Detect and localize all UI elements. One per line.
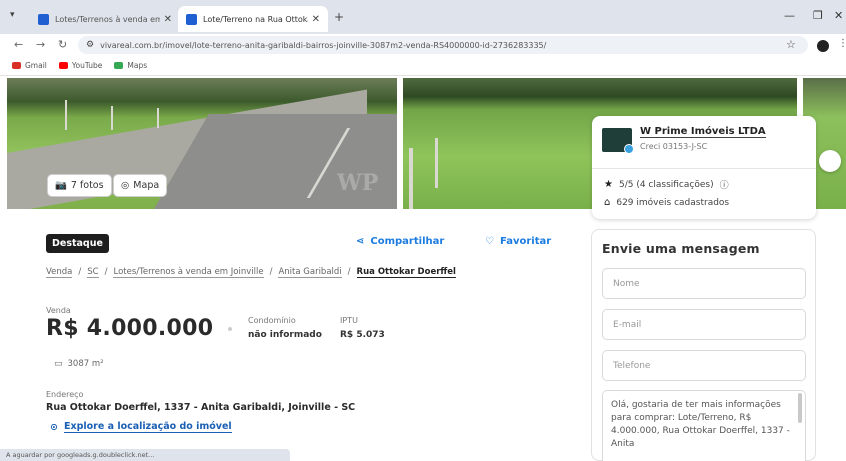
profile-avatar[interactable] bbox=[817, 40, 829, 52]
separator-dot bbox=[228, 327, 232, 331]
gmail-icon bbox=[12, 62, 21, 69]
bookmark-label: Maps bbox=[127, 61, 148, 70]
photo-post bbox=[111, 106, 113, 130]
breadcrumb-item[interactable]: Lotes/Terrenos à venda em Joinville bbox=[113, 267, 264, 278]
close-icon[interactable]: ✕ bbox=[312, 14, 320, 25]
iptu-label: IPTU bbox=[340, 316, 358, 325]
ruler-icon: ▭ bbox=[54, 359, 63, 369]
breadcrumb-item[interactable]: Venda bbox=[46, 267, 73, 278]
browser-tab-bar: ▾ Lotes/Terrenos à venda em Joinville ✕ … bbox=[0, 0, 846, 34]
location-pin-icon: ⊙ bbox=[50, 421, 58, 433]
listings-count: 629 imóveis cadastrados bbox=[616, 197, 730, 208]
advertiser-rating: ★ 5/5 (4 classificações) ⓘ bbox=[604, 178, 729, 191]
address-label: Endereço bbox=[46, 390, 84, 399]
breadcrumb-separator: / bbox=[78, 267, 82, 277]
youtube-icon bbox=[58, 62, 68, 69]
tab-property[interactable]: Lote/Terreno na Rua Ottokar D... ✕ bbox=[178, 6, 328, 32]
contact-title: Envie uma mensagem bbox=[602, 241, 760, 256]
rating-text: 5/5 (4 classificações) bbox=[618, 179, 714, 190]
tab-title: Lotes/Terrenos à venda em Joinville bbox=[55, 14, 160, 24]
favorite-label: Favoritar bbox=[499, 236, 552, 247]
verified-check-icon bbox=[624, 144, 634, 154]
iptu-value: R$ 5.073 bbox=[340, 330, 385, 340]
photo-watermark: WP bbox=[337, 170, 379, 196]
photo-post bbox=[435, 138, 438, 188]
message-field[interactable]: Olá, gostaria de ter mais informações pa… bbox=[602, 390, 806, 461]
forward-arrow-icon[interactable]: → bbox=[36, 38, 45, 51]
map-label: Mapa bbox=[133, 180, 160, 191]
reload-icon[interactable]: ↻ bbox=[58, 38, 67, 51]
bookmark-label: Gmail bbox=[25, 61, 47, 70]
bookmark-gmail[interactable]: Gmail bbox=[12, 61, 47, 70]
photos-label: 7 fotos bbox=[70, 180, 104, 191]
vivareal-favicon-icon bbox=[38, 13, 49, 25]
maximize-icon[interactable]: ❐ bbox=[813, 9, 823, 22]
breadcrumb-separator: / bbox=[104, 267, 108, 277]
advertiser-creci: Creci 03153-J-SC bbox=[640, 142, 708, 151]
bookmark-youtube[interactable]: YouTube bbox=[58, 61, 103, 70]
contact-form: Envie uma mensagem Olá, gostaria de ter … bbox=[591, 229, 816, 461]
phone-field[interactable] bbox=[602, 350, 806, 381]
camera-icon: 📷 bbox=[55, 180, 67, 191]
breadcrumb-item[interactable]: Anita Garibaldi bbox=[278, 267, 342, 278]
name-field[interactable] bbox=[602, 268, 806, 299]
share-button[interactable]: ⋖ Compartilhar bbox=[356, 236, 444, 247]
price: R$ 4.000.000 bbox=[46, 316, 214, 341]
new-tab-plus-icon[interactable]: + bbox=[334, 10, 344, 24]
bookmark-star-icon[interactable]: ☆ bbox=[786, 38, 796, 51]
house-icon: ⌂ bbox=[604, 197, 611, 208]
bookmark-label: YouTube bbox=[71, 61, 103, 70]
tab-listings[interactable]: Lotes/Terrenos à venda em Joinville ✕ bbox=[30, 6, 180, 32]
tab-title: Lote/Terreno na Rua Ottokar D... bbox=[203, 14, 308, 24]
bookmark-maps[interactable]: Maps bbox=[114, 61, 147, 70]
area-value: 3087 m² bbox=[67, 359, 104, 369]
bookmarks-bar: Gmail YouTube Maps bbox=[0, 56, 846, 76]
explore-label: Explore a localização do imóvel bbox=[63, 421, 232, 433]
share-label: Compartilhar bbox=[370, 236, 445, 247]
vivareal-favicon-icon bbox=[186, 13, 197, 25]
sale-label: Venda bbox=[46, 306, 71, 315]
map-pin-icon: ◎ bbox=[121, 180, 130, 191]
area-info: ▭ 3087 m² bbox=[54, 359, 104, 369]
photo-post bbox=[409, 148, 413, 209]
condo-label: Condomínio bbox=[248, 316, 296, 325]
window-close-icon[interactable]: ✕ bbox=[834, 9, 843, 22]
breadcrumb-separator: / bbox=[347, 267, 351, 277]
advertiser-card: W Prime Imóveis LTDA Creci 03153-J-SC ★ … bbox=[592, 116, 816, 219]
email-field[interactable] bbox=[602, 309, 806, 340]
photo-post bbox=[157, 108, 159, 128]
url-text: vivareal.com.br/imovel/lote-terreno-anit… bbox=[100, 40, 547, 50]
back-arrow-icon[interactable]: ← bbox=[14, 38, 23, 51]
share-icon: ⋖ bbox=[356, 236, 365, 247]
close-icon[interactable]: ✕ bbox=[164, 14, 172, 25]
advertiser-name[interactable]: W Prime Imóveis LTDA bbox=[640, 126, 766, 138]
heart-icon: ♡ bbox=[485, 236, 494, 247]
photos-button[interactable]: 📷 7 fotos bbox=[47, 174, 112, 197]
message-scrollbar[interactable] bbox=[798, 393, 802, 423]
explore-location-link[interactable]: ⊙ Explore a localização do imóvel bbox=[50, 421, 232, 433]
address: Rua Ottokar Doerffel, 1337 - Anita Garib… bbox=[46, 402, 356, 413]
address-bar[interactable]: ⚙ vivareal.com.br/imovel/lote-terreno-an… bbox=[78, 36, 808, 54]
browser-toolbar: ← → ↻ ⚙ vivareal.com.br/imovel/lote-terr… bbox=[0, 34, 846, 56]
maps-icon bbox=[114, 62, 124, 69]
breadcrumb: Venda / SC / Lotes/Terrenos à venda em J… bbox=[46, 267, 456, 278]
gallery-next-button[interactable] bbox=[819, 150, 841, 172]
breadcrumb-separator: / bbox=[269, 267, 273, 277]
site-info-icon[interactable]: ⚙ bbox=[86, 40, 94, 50]
breadcrumb-current: Rua Ottokar Doerffel bbox=[356, 267, 456, 278]
favorite-button[interactable]: ♡ Favoritar bbox=[485, 236, 551, 247]
highlight-badge: Destaque bbox=[46, 234, 109, 253]
star-icon: ★ bbox=[604, 179, 613, 190]
info-icon[interactable]: ⓘ bbox=[720, 178, 729, 191]
photo-post bbox=[65, 100, 67, 130]
tab-search-icon[interactable]: ▾ bbox=[10, 10, 15, 20]
minimize-icon[interactable]: — bbox=[784, 9, 795, 22]
breadcrumb-item[interactable]: SC bbox=[87, 267, 99, 278]
menu-dots-icon[interactable]: ⋮ bbox=[838, 38, 846, 49]
status-bar: A aguardar por googleads.g.doubleclick.n… bbox=[0, 449, 290, 461]
condo-value: não informado bbox=[248, 330, 322, 340]
advertiser-listings: ⌂ 629 imóveis cadastrados bbox=[604, 197, 729, 208]
map-button[interactable]: ◎ Mapa bbox=[113, 174, 168, 197]
divider bbox=[592, 168, 816, 169]
